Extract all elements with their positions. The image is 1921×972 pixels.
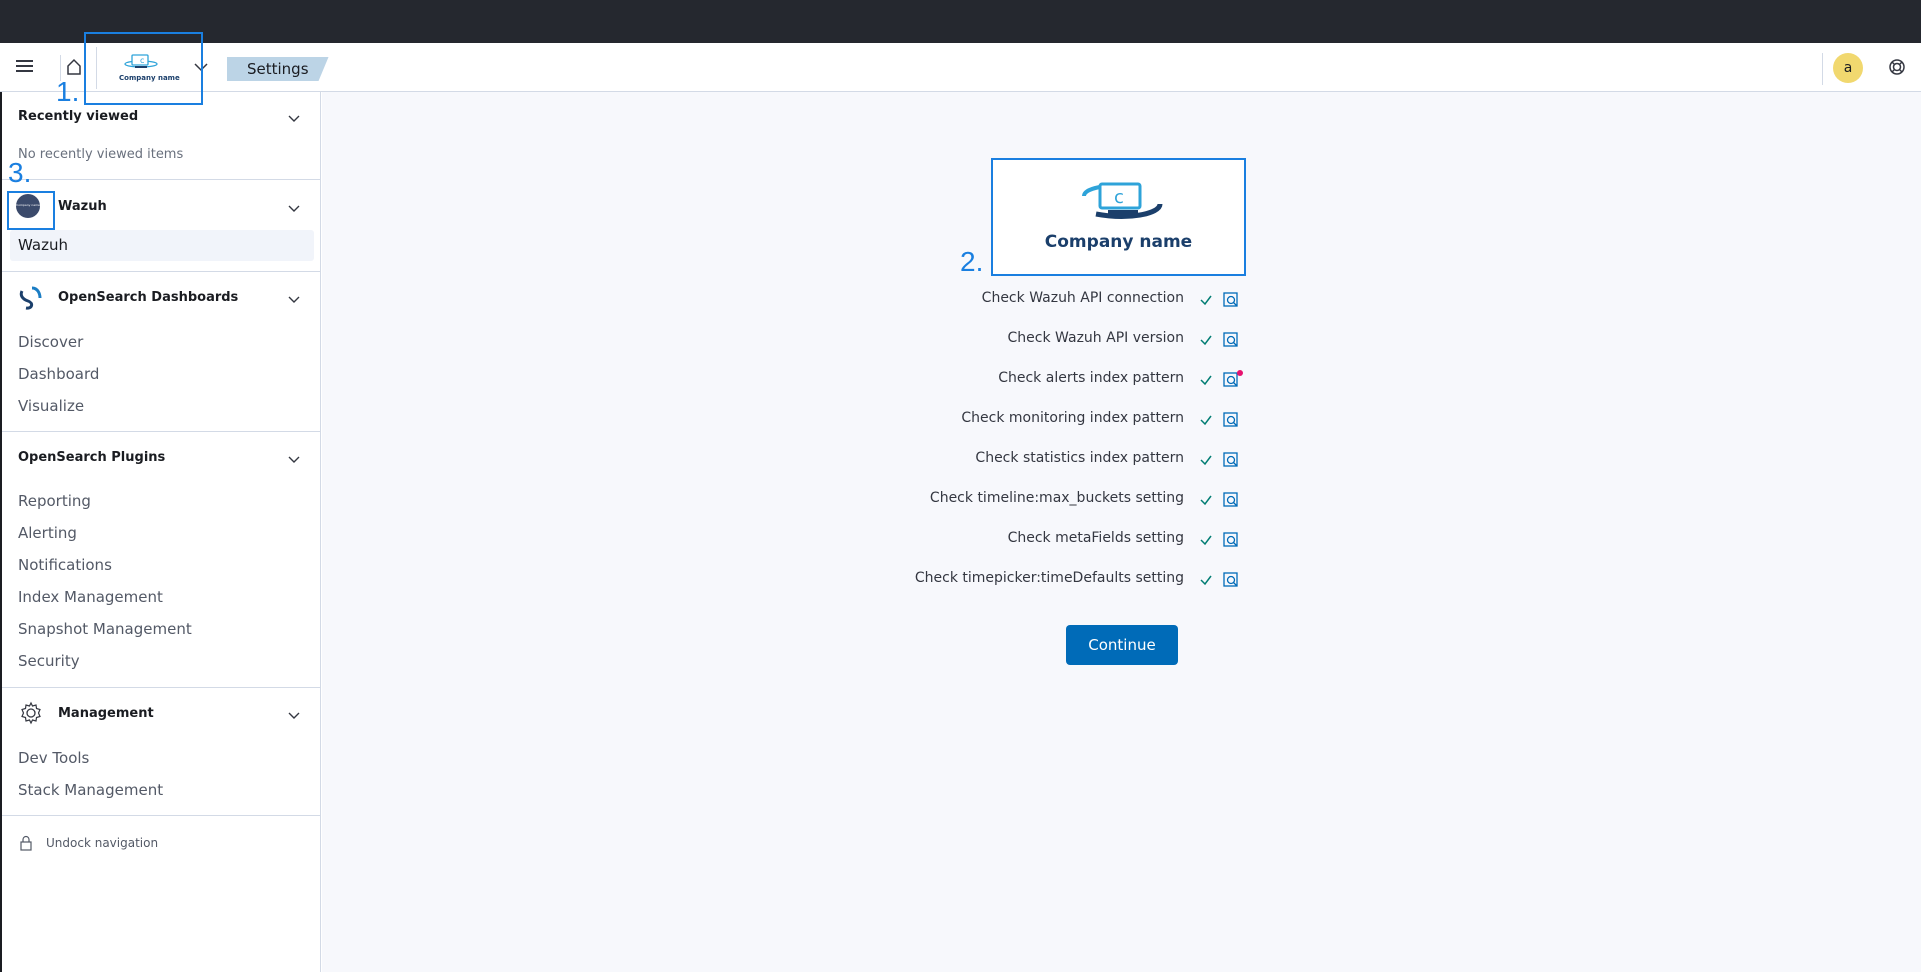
lock-icon	[20, 835, 32, 851]
header-bar: c Company name Settings a	[0, 43, 1921, 92]
sidebar-item-stack-management[interactable]: Stack Management	[18, 781, 163, 799]
management-title[interactable]: Management	[58, 706, 154, 721]
sidebar-item-dev-tools[interactable]: Dev Tools	[18, 749, 89, 767]
check-row: Check statistics index pattern	[900, 450, 1240, 472]
chevron-down-icon[interactable]	[287, 112, 301, 126]
section-divider	[2, 815, 321, 816]
sidebar-item-dashboard[interactable]: Dashboard	[18, 365, 99, 383]
check-icon	[1200, 335, 1212, 346]
check-icon	[1200, 295, 1212, 306]
check-row: Check timepicker:timeDefaults setting	[900, 570, 1240, 592]
check-label: Check timeline:max_buckets setting	[929, 490, 1184, 506]
sidebar-item-discover[interactable]: Discover	[18, 333, 83, 351]
chevron-down-icon[interactable]	[287, 709, 301, 723]
header-divider	[1822, 53, 1823, 85]
inspect-icon[interactable]	[1222, 291, 1240, 309]
opensearch-plugins-section: OpenSearch Plugins Reporting Alerting No…	[2, 432, 321, 688]
home-icon	[67, 58, 81, 75]
check-row: Check Wazuh API version	[900, 330, 1240, 352]
inspect-icon[interactable]	[1222, 411, 1240, 429]
sidebar-item-snapshot-management[interactable]: Snapshot Management	[18, 620, 192, 638]
check-label: Check alerts index pattern	[998, 370, 1184, 386]
brand-name: Company name	[1044, 232, 1193, 252]
menu-toggle-button[interactable]	[14, 57, 36, 77]
annotation-box-1	[84, 32, 203, 105]
recently-viewed-section: Recently viewed No recently viewed items	[2, 92, 321, 180]
check-row: Check Wazuh API connection	[900, 290, 1240, 312]
sidebar-item-wazuh[interactable]: Wazuh	[10, 230, 314, 261]
sidebar-item-reporting[interactable]: Reporting	[18, 492, 91, 510]
check-row: Check metaFields setting	[900, 530, 1240, 552]
check-row: Check monitoring index pattern	[900, 410, 1240, 432]
check-icon	[1200, 575, 1212, 586]
check-row: Check timeline:max_buckets setting	[900, 490, 1240, 512]
check-icon	[1200, 375, 1212, 386]
chevron-down-icon[interactable]	[287, 293, 301, 307]
recently-viewed-title[interactable]: Recently viewed	[18, 109, 138, 124]
recently-viewed-empty: No recently viewed items	[18, 147, 184, 162]
opensearch-dashboards-section: OpenSearch Dashboards Discover Dashboard…	[2, 272, 321, 432]
annotation-box-3	[7, 191, 55, 230]
check-label: Check timepicker:timeDefaults setting	[914, 570, 1184, 586]
notification-dot	[1237, 370, 1243, 376]
inspect-icon[interactable]	[1222, 571, 1240, 589]
check-row: Check alerts index pattern	[900, 370, 1243, 392]
check-icon	[1200, 415, 1212, 426]
sidebar-item-notifications[interactable]: Notifications	[18, 556, 112, 574]
opensearch-plugins-title[interactable]: OpenSearch Plugins	[18, 450, 165, 465]
sidebar-item-index-management[interactable]: Index Management	[18, 588, 163, 606]
check-label: Check Wazuh API connection	[981, 290, 1184, 306]
check-icon	[1200, 535, 1212, 546]
annotation-label-1: 1.	[56, 76, 80, 107]
management-section: Management Dev Tools Stack Management	[2, 688, 321, 816]
svg-text:c: c	[1114, 187, 1124, 208]
check-label: Check Wazuh API version	[1007, 330, 1184, 346]
continue-button[interactable]: Continue	[1066, 625, 1178, 665]
check-label: Check monitoring index pattern	[961, 410, 1184, 426]
help-icon	[1889, 59, 1905, 75]
wazuh-section-title[interactable]: Wazuh	[58, 199, 107, 214]
inspect-icon[interactable]	[1222, 491, 1240, 509]
gear-icon	[21, 701, 41, 725]
chevron-down-icon[interactable]	[287, 453, 301, 467]
annotation-label-2: 2.	[960, 246, 984, 277]
breadcrumb[interactable]: Settings	[227, 57, 329, 81]
opensearch-dashboards-title[interactable]: OpenSearch Dashboards	[58, 290, 238, 305]
help-button[interactable]	[1887, 57, 1907, 77]
inspect-icon[interactable]	[1222, 531, 1240, 549]
sidebar-item-alerting[interactable]: Alerting	[18, 524, 77, 542]
avatar[interactable]: a	[1833, 53, 1863, 83]
check-icon	[1200, 455, 1212, 466]
annotation-label-3: 3.	[8, 157, 32, 188]
brand-logo-panel: c Company name	[991, 158, 1246, 276]
undock-navigation-button[interactable]: Undock navigation	[46, 836, 158, 850]
inspect-icon[interactable]	[1222, 451, 1240, 469]
check-icon	[1200, 495, 1212, 506]
browser-top-bar	[0, 0, 1921, 43]
check-label: Check statistics index pattern	[975, 450, 1184, 466]
sidebar-item-visualize[interactable]: Visualize	[18, 397, 84, 415]
company-logo-icon: c	[1082, 182, 1163, 219]
check-label: Check metaFields setting	[1007, 530, 1184, 546]
inspect-icon[interactable]	[1222, 331, 1240, 349]
chevron-down-icon[interactable]	[287, 202, 301, 216]
opensearch-icon	[19, 286, 42, 310]
sidebar-item-security[interactable]: Security	[18, 652, 80, 670]
